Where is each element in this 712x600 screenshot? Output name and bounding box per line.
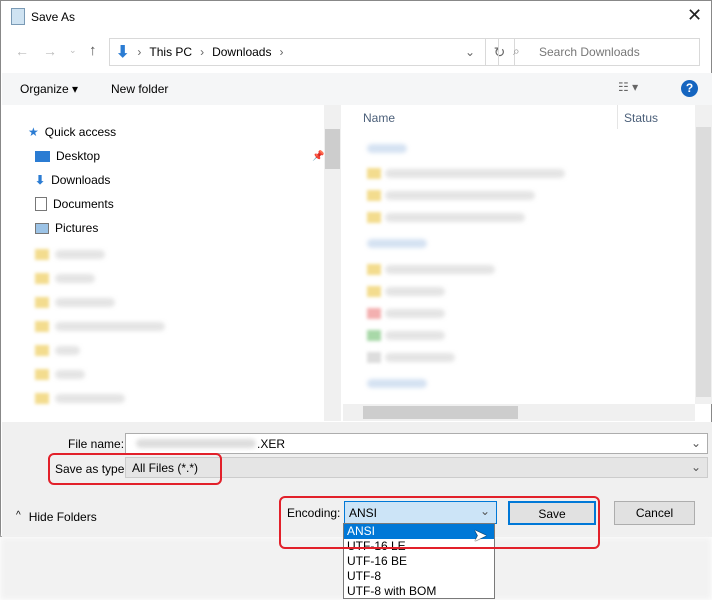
organize-button[interactable]: Organize ▾ xyxy=(20,82,78,96)
window-title: Save As xyxy=(31,10,76,24)
desktop-icon xyxy=(35,150,50,162)
nav-desktop[interactable]: Desktop xyxy=(35,149,100,163)
search-input[interactable]: ⌕ Search Downloads xyxy=(498,38,700,66)
nav-downloads[interactable]: ⬇ Downloads xyxy=(35,173,110,187)
hide-folders-button[interactable]: ^ Hide Folders xyxy=(16,510,97,524)
cancel-button[interactable]: Cancel xyxy=(614,501,695,525)
close-button[interactable]: ✕ xyxy=(687,5,702,26)
downloads-icon: ⬇ xyxy=(116,44,130,61)
list-horizontal-scrollbar[interactable] xyxy=(343,404,695,421)
encoding-option-utf8-bom[interactable]: UTF-8 with BOM xyxy=(344,584,494,599)
column-name[interactable]: Name xyxy=(363,111,395,125)
up-button[interactable]: ↑ xyxy=(89,42,97,59)
pictures-icon xyxy=(35,222,49,234)
highlight-encoding xyxy=(279,496,600,549)
chevron-up-icon: ^ xyxy=(16,510,21,521)
highlight-save-as-type xyxy=(48,453,222,485)
nav-pictures[interactable]: Pictures xyxy=(35,221,98,235)
back-button[interactable]: ← xyxy=(15,43,29,59)
chevron-down-icon[interactable]: ⌄ xyxy=(691,436,701,450)
address-bar[interactable]: ⬇ › This PC › Downloads › ⌄ xyxy=(109,38,486,66)
search-icon: ⌕ xyxy=(513,44,520,58)
notepad-icon xyxy=(11,8,25,25)
new-folder-button[interactable]: New folder xyxy=(111,82,168,96)
toolbar: Organize ▾ New folder ☷ ▾ ? xyxy=(2,73,712,105)
list-vertical-scrollbar[interactable] xyxy=(695,105,712,404)
nav-documents[interactable]: Documents xyxy=(35,197,114,211)
search-placeholder: Search Downloads xyxy=(539,45,640,59)
chevron-down-icon[interactable]: ⌄ xyxy=(691,460,701,474)
nav-scrollbar[interactable] xyxy=(324,105,341,421)
recent-dropdown[interactable]: ⌄ xyxy=(69,45,77,56)
documents-icon xyxy=(35,197,47,211)
file-name-input[interactable]: .XER ⌄ xyxy=(125,433,708,454)
encoding-option-utf8[interactable]: UTF-8 xyxy=(344,569,494,584)
view-options-icon[interactable]: ☷ ▾ xyxy=(618,80,638,94)
pin-icon: 📌 xyxy=(312,151,325,162)
forward-button[interactable]: → xyxy=(43,43,57,59)
chevron-down-icon[interactable]: ⌄ xyxy=(465,45,475,59)
downloads-icon: ⬇ xyxy=(35,173,46,187)
file-name-label: File name: xyxy=(68,437,125,451)
star-icon: ★ xyxy=(28,125,39,139)
help-button[interactable]: ? xyxy=(681,80,698,97)
breadcrumb-this-pc[interactable]: This PC xyxy=(149,45,192,59)
breadcrumb-downloads[interactable]: Downloads xyxy=(212,45,271,59)
nav-quick-access[interactable]: ★ Quick access xyxy=(28,125,116,139)
encoding-option-utf16be[interactable]: UTF-16 BE xyxy=(344,554,494,569)
column-status[interactable]: Status xyxy=(624,111,658,125)
